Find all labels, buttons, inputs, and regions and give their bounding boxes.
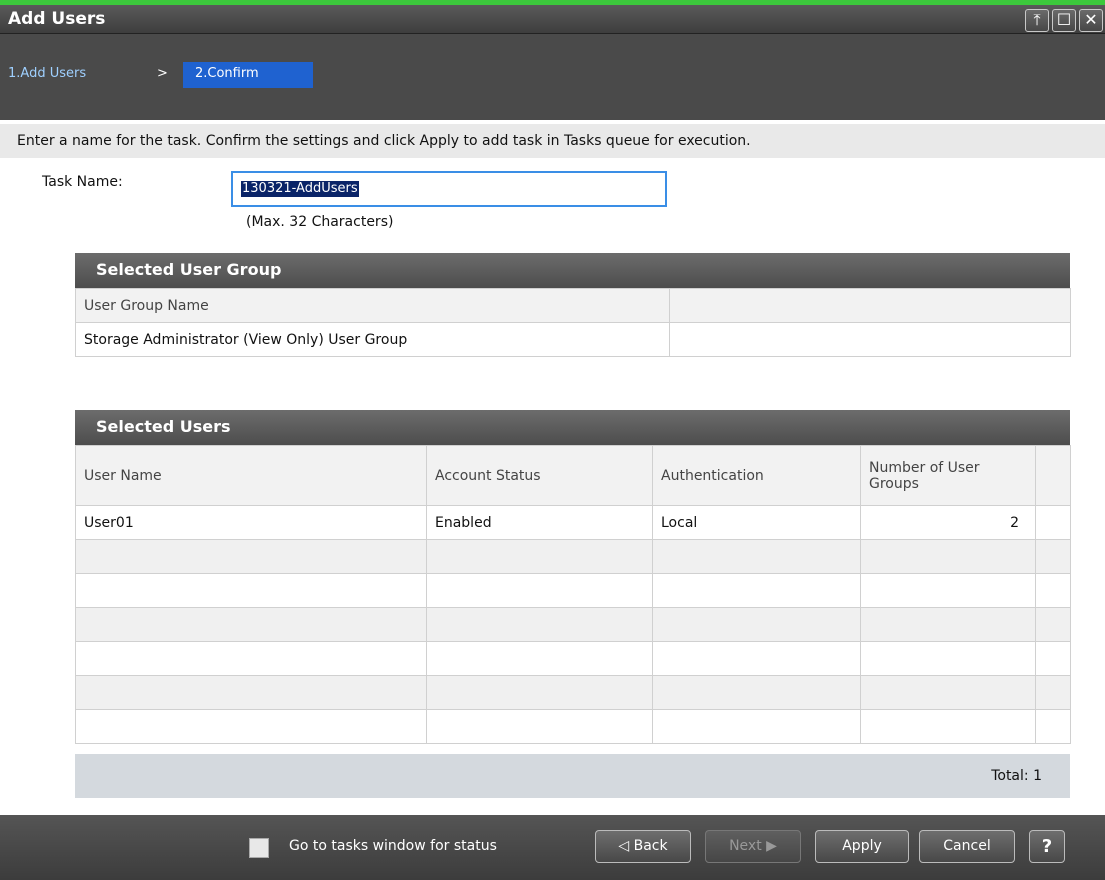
- column-header-number-of-user-groups[interactable]: Number of User Groups: [860, 445, 1036, 506]
- table-header-row: User Name Account Status Authentication …: [75, 445, 1071, 506]
- user-group-name-cell: Storage Administrator (View Only) User G…: [75, 322, 670, 357]
- empty-row: [75, 607, 1071, 642]
- back-button[interactable]: ◁ Back: [595, 830, 691, 863]
- selected-users-header: Selected Users: [75, 410, 1070, 445]
- cancel-button[interactable]: Cancel: [919, 830, 1015, 863]
- empty-cell: [669, 322, 1071, 357]
- column-header-filler: [1035, 445, 1071, 506]
- user-name-cell: User01: [75, 505, 427, 540]
- users-table: User Name Account Status Authentication …: [75, 445, 1071, 744]
- user-groups-count-cell: 2: [860, 505, 1036, 540]
- close-icon[interactable]: ✕: [1079, 9, 1103, 32]
- maximize-icon[interactable]: ☐: [1052, 9, 1076, 32]
- total-label: Total:: [991, 768, 1029, 784]
- task-name-label: Task Name:: [42, 174, 123, 190]
- go-to-tasks-checkbox[interactable]: [249, 838, 269, 858]
- empty-row: [75, 641, 1071, 676]
- column-header-user-name[interactable]: User Name: [75, 445, 427, 506]
- step-add-users[interactable]: 1.Add Users: [8, 66, 86, 81]
- column-header-empty: [669, 288, 1071, 323]
- empty-row: [75, 573, 1071, 608]
- table-row: Storage Administrator (View Only) User G…: [75, 322, 1071, 357]
- task-name-input[interactable]: 130321-AddUsers: [231, 171, 667, 207]
- instruction-text: Enter a name for the task. Confirm the s…: [0, 124, 1105, 158]
- filler-cell: [1035, 505, 1071, 540]
- column-header-authentication[interactable]: Authentication: [652, 445, 861, 506]
- go-to-tasks-label[interactable]: Go to tasks window for status: [289, 838, 497, 854]
- table-row[interactable]: User01 Enabled Local 2: [75, 505, 1071, 540]
- step-confirm: 2.Confirm: [183, 62, 313, 88]
- authentication-cell: Local: [652, 505, 861, 540]
- task-name-hint: (Max. 32 Characters): [246, 214, 394, 230]
- pin-icon[interactable]: ⤒: [1025, 9, 1049, 32]
- apply-button[interactable]: Apply: [815, 830, 909, 863]
- help-icon[interactable]: ?: [1029, 830, 1065, 863]
- step-separator: >: [157, 66, 168, 81]
- total-value: 1: [1033, 768, 1042, 784]
- user-group-table: User Group Name Storage Administrator (V…: [75, 288, 1071, 357]
- table-header-row: User Group Name: [75, 288, 1071, 323]
- selected-user-group-header: Selected User Group: [75, 253, 1070, 288]
- column-header-user-group-name: User Group Name: [75, 288, 670, 323]
- total-bar: Total: 1: [75, 754, 1070, 798]
- next-button[interactable]: Next ▶: [705, 830, 801, 863]
- task-name-value: 130321-AddUsers: [241, 181, 359, 197]
- account-status-cell: Enabled: [426, 505, 653, 540]
- empty-row: [75, 539, 1071, 574]
- title-bar: Add Users ⤒ ☐ ✕: [0, 0, 1105, 34]
- empty-row: [75, 709, 1071, 744]
- empty-row: [75, 675, 1071, 710]
- column-header-account-status[interactable]: Account Status: [426, 445, 653, 506]
- window-title: Add Users: [8, 9, 106, 29]
